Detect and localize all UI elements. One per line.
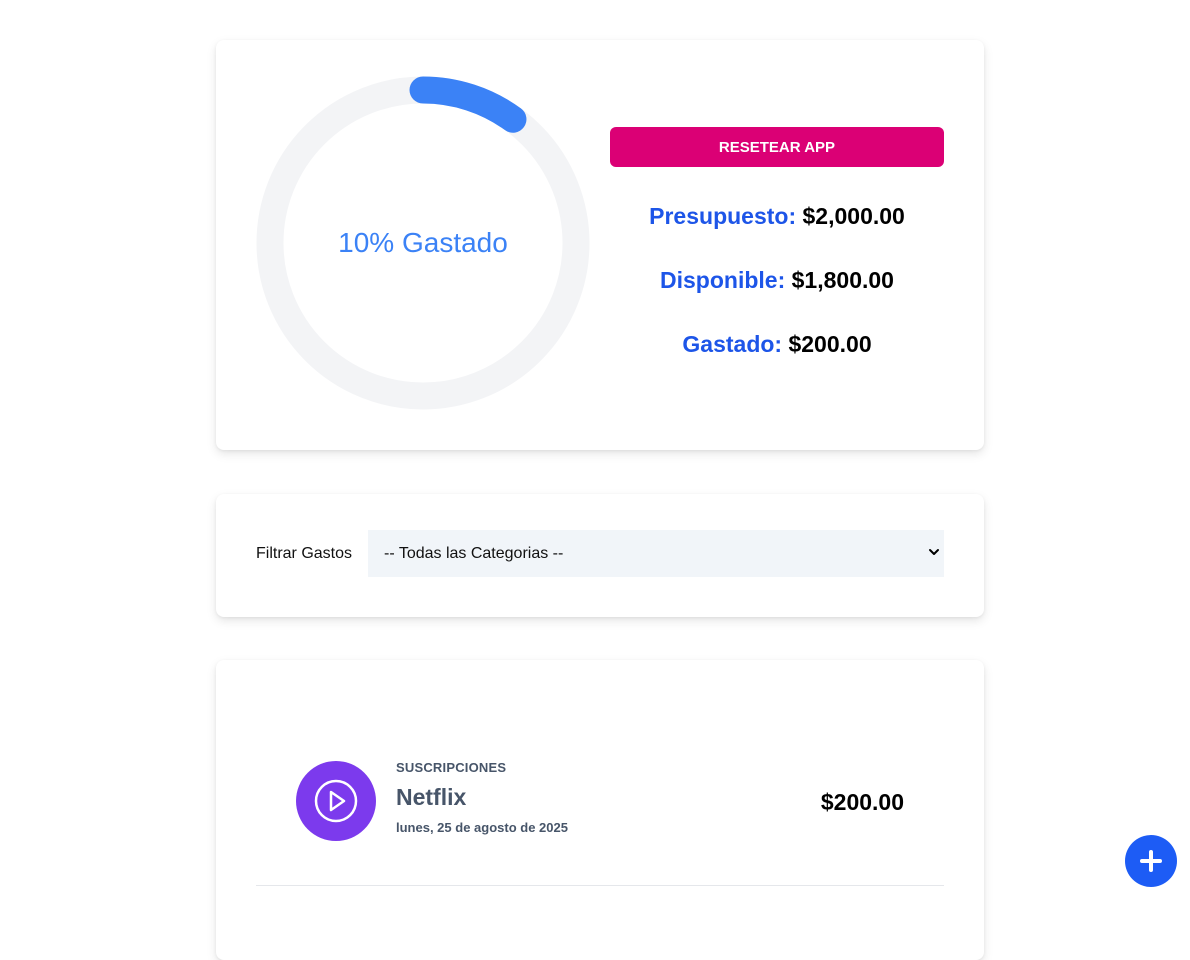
budget-value: $2,000.00 bbox=[802, 203, 905, 229]
category-filter-select[interactable]: -- Todas las Categorias -- bbox=[368, 530, 944, 577]
add-expense-button[interactable] bbox=[1125, 835, 1177, 887]
budget-summary: RESETEAR APP Presupuesto: $2,000.00 Disp… bbox=[610, 127, 944, 359]
expense-name: Netflix bbox=[396, 784, 467, 810]
expenses-list-card: SUSCRIPCIONES Netflix lunes, 25 de agost… bbox=[216, 660, 984, 960]
chevron-down-icon bbox=[929, 549, 939, 555]
progress-percent-text: 10% Gastado bbox=[338, 227, 508, 258]
expense-category-icon bbox=[296, 761, 376, 841]
available-label: Disponible: bbox=[660, 267, 786, 293]
expense-item[interactable]: SUSCRIPCIONES Netflix lunes, 25 de agost… bbox=[256, 760, 944, 886]
spent-value: $200.00 bbox=[788, 331, 872, 357]
expense-info: SUSCRIPCIONES Netflix lunes, 25 de agost… bbox=[396, 760, 568, 835]
expense-amount: $200.00 bbox=[820, 789, 904, 815]
available-line: Disponible: $1,800.00 bbox=[610, 265, 944, 295]
filter-row: Filtrar Gastos -- Todas las Categorias -… bbox=[256, 530, 944, 577]
expense-date: lunes, 25 de agosto de 2025 bbox=[396, 820, 568, 835]
spent-label: Gastado: bbox=[682, 331, 783, 357]
available-value: $1,800.00 bbox=[791, 267, 894, 293]
budget-line: Presupuesto: $2,000.00 bbox=[610, 201, 944, 231]
filter-card: Filtrar Gastos -- Todas las Categorias -… bbox=[216, 494, 984, 617]
reset-app-button[interactable]: RESETEAR APP bbox=[610, 127, 944, 167]
budget-progress-circle: 10% Gastado bbox=[256, 76, 590, 410]
plus-icon bbox=[1140, 850, 1162, 872]
expense-category: SUSCRIPCIONES bbox=[396, 760, 507, 775]
budget-card: 10% Gastado RESETEAR APP Presupuesto: $2… bbox=[216, 40, 984, 450]
filter-label: Filtrar Gastos bbox=[256, 544, 353, 562]
play-circle-icon bbox=[314, 779, 358, 823]
spent-line: Gastado: $200.00 bbox=[610, 329, 944, 359]
budget-label: Presupuesto: bbox=[649, 203, 797, 229]
category-filter-value: -- Todas las Categorias -- bbox=[384, 544, 564, 562]
